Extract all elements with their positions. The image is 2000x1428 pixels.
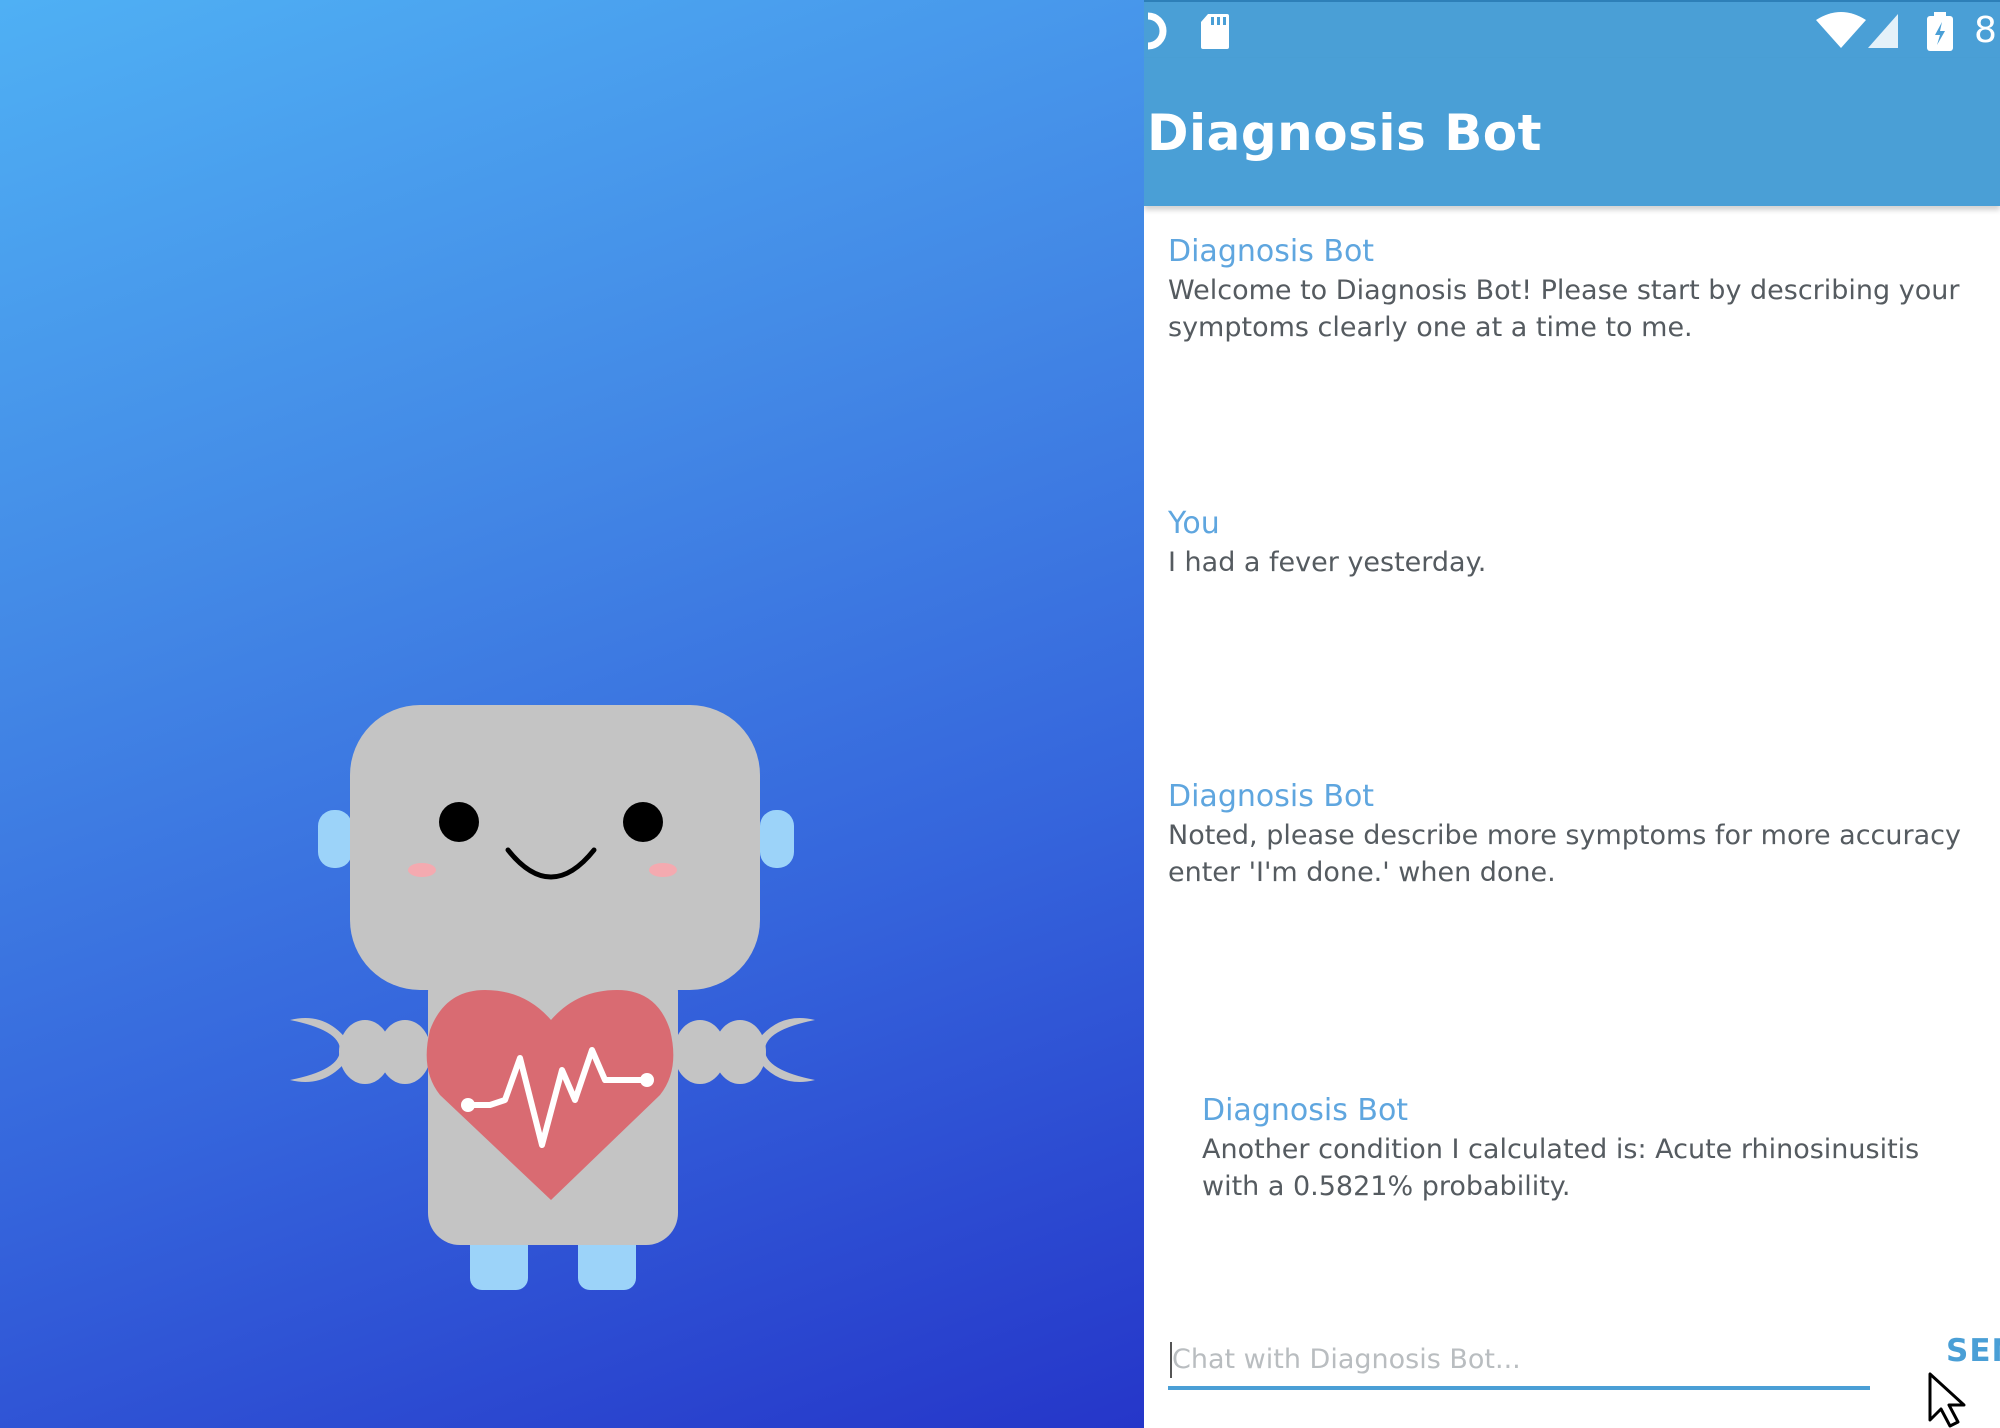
send-button[interactable]: SEND — [1946, 1326, 2000, 1376]
battery-icon — [1927, 12, 1953, 51]
chat-message-bot: Diagnosis Bot Noted, please describe mor… — [1168, 777, 2000, 891]
message-text: Noted, please describe more symptoms for… — [1168, 820, 1961, 888]
message-sender: You — [1168, 506, 1220, 541]
chat-message-user: You I had a fever yesterday. — [1168, 504, 2000, 581]
status-time: 8: — [1974, 10, 2000, 51]
chat-message-bot: Diagnosis Bot Welcome to Diagnosis Bot! … — [1168, 232, 2000, 346]
hero-panel — [0, 0, 1144, 1428]
wifi-icon — [1816, 12, 1866, 48]
app-bar: Diagnosis Bot — [1144, 58, 2000, 206]
phone-screen: 8: Diagnosis Bot Diagnosis Bot Welcome t… — [1144, 0, 2000, 1428]
chat-input-row: SEND — [1168, 1320, 2000, 1400]
sync-icon — [1147, 12, 1167, 50]
message-sender: Diagnosis Bot — [1168, 779, 1375, 814]
sd-card-icon — [1201, 14, 1229, 49]
mouse-cursor-icon — [1928, 1372, 1966, 1428]
status-bar: 8: — [1144, 0, 2000, 58]
message-sender: Diagnosis Bot — [1202, 1093, 1409, 1128]
text-caret — [1170, 1342, 1172, 1378]
app-title: Diagnosis Bot — [1147, 104, 1543, 162]
message-sender: Diagnosis Bot — [1168, 234, 1375, 269]
message-text: Another condition I calculated is: Acute… — [1202, 1134, 1920, 1202]
chat-input[interactable] — [1168, 1332, 1870, 1390]
message-text: I had a fever yesterday. — [1168, 547, 1487, 578]
message-text: Welcome to Diagnosis Bot! Please start b… — [1168, 275, 1960, 343]
signal-icon — [1868, 14, 1898, 48]
chat-message-bot: Diagnosis Bot Another condition I calcul… — [1202, 1091, 2000, 1205]
robot-mascot-illustration — [290, 705, 815, 1290]
